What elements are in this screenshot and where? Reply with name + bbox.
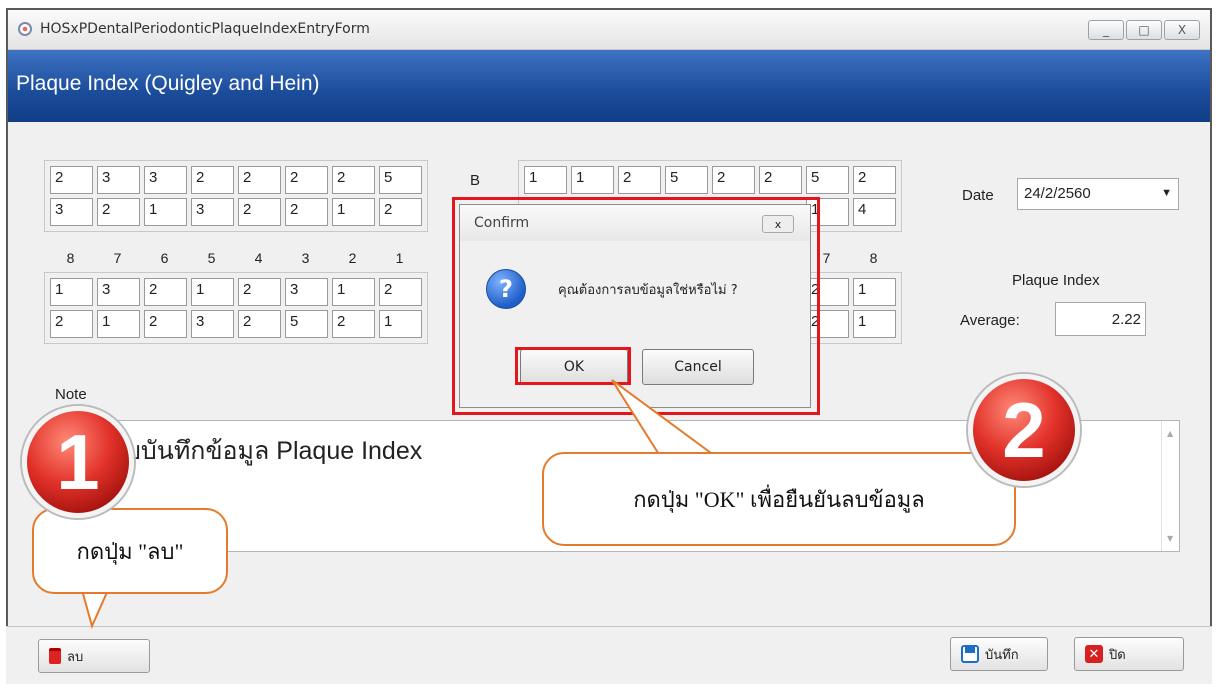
callout2-pointer bbox=[611, 379, 719, 457]
callout-step1: กดปุ่ม "ลบ" bbox=[32, 508, 228, 594]
callout1-pointer bbox=[80, 589, 110, 629]
step2-badge: 2 bbox=[968, 374, 1080, 486]
callout-step2: กดปุ่ม "OK" เพื่อยืนยันลบข้อมูล bbox=[542, 452, 1016, 546]
callout-step2-text: กดปุ่ม "OK" เพื่อยืนยันลบข้อมูล bbox=[633, 486, 925, 512]
step1-badge: 1 bbox=[22, 406, 134, 518]
callout-step1-text: กดปุ่ม "ลบ" bbox=[76, 538, 184, 564]
